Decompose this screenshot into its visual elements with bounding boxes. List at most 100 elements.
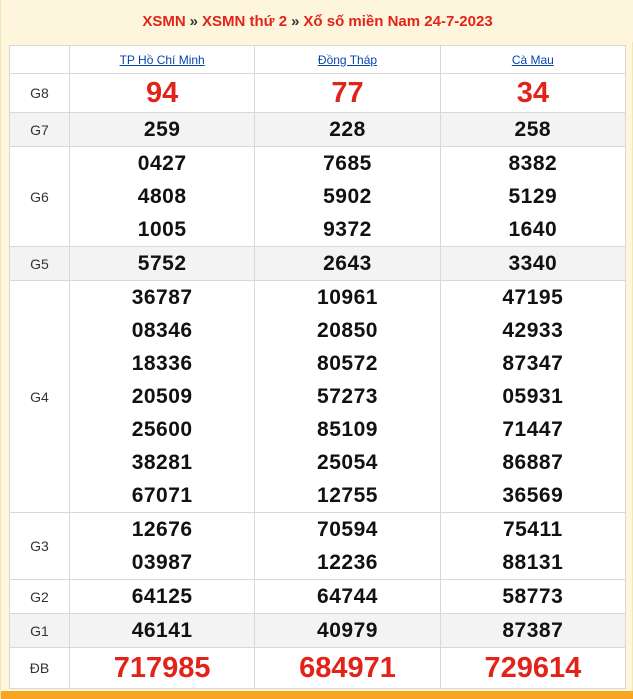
result-number: 20509 (131, 385, 193, 408)
result-cell: 94 (68, 73, 256, 113)
result-cell: 7685 5902 9372 (254, 146, 441, 247)
prize-label: G2 (9, 579, 70, 614)
prize-label: G3 (9, 512, 70, 580)
result-cell: 77 (254, 73, 441, 113)
prize-label: G5 (9, 246, 70, 281)
result-number: 7685 (323, 152, 372, 175)
result-cell: 0427 4808 1005 (68, 146, 256, 247)
prize-row-g2: G2 64125 64744 58773 (9, 579, 627, 614)
result-number: 8382 (508, 152, 558, 175)
breadcrumb-link-xsmn[interactable]: XSMN (142, 13, 185, 30)
result-cell: 47195 42933 87347 05931 71447 86887 36569 (439, 280, 627, 513)
result-cell: 717985 (68, 647, 256, 689)
result-number: 228 (329, 118, 366, 141)
prize-column-header (9, 45, 70, 74)
result-number: 64744 (317, 585, 378, 608)
result-number: 38281 (131, 451, 193, 474)
result-number: 67071 (131, 484, 193, 507)
result-cell: 2643 (254, 246, 441, 281)
province-link-hcm[interactable]: TP Hồ Chí Minh (120, 53, 205, 67)
result-number: 70594 (317, 518, 378, 541)
result-cell: 40979 (254, 613, 441, 648)
prize-row-g8: G8 94 77 34 (9, 73, 627, 113)
result-number: 71447 (502, 418, 564, 441)
result-cell: 259 (68, 112, 256, 147)
prize-row-g6: G6 0427 4808 1005 7685 5902 9372 8382 5129 1640 (9, 146, 627, 247)
result-cell: 64125 (68, 579, 256, 614)
result-number: 20850 (317, 319, 378, 342)
prize-label: G8 (9, 73, 70, 113)
result-number: 5752 (137, 252, 187, 275)
prize-label: G1 (9, 613, 70, 648)
result-cell: 58773 (439, 579, 627, 614)
result-cell: 8382 5129 1640 (439, 146, 627, 247)
prize-row-g4: G4 36787 08346 18336 20509 25600 38281 67071 109… (9, 280, 627, 513)
province-header: Đồng Tháp (254, 45, 441, 74)
result-number: 10961 (317, 286, 378, 309)
prize-row-g1: G1 46141 40979 87387 (9, 613, 627, 648)
result-number: 42933 (502, 319, 564, 342)
result-number: 64125 (131, 585, 193, 608)
result-cell: 12676 03987 (68, 512, 256, 580)
result-number: 36569 (502, 484, 564, 507)
special-prize-number: 717985 (113, 652, 211, 684)
result-number: 85109 (317, 418, 378, 441)
lottery-results-table: TP Hồ Chí Minh Đồng Tháp Cà Mau G8 94 77 34… (9, 45, 627, 689)
result-number: 12676 (131, 518, 193, 541)
results-body: G8 94 77 34 G7 259 228 258 G6 0427 4808 1005 7685 590… (9, 73, 627, 689)
prize-label: ĐB (9, 647, 70, 689)
breadcrumb-separator: » (291, 12, 300, 30)
result-number: 4808 (137, 185, 187, 208)
result-cell: 10961 20850 80572 57273 85109 25054 12755 (254, 280, 441, 513)
result-cell: 729614 (439, 647, 627, 689)
result-cell: 228 (254, 112, 441, 147)
result-cell: 258 (439, 112, 627, 147)
result-cell: 5752 (68, 246, 256, 281)
result-number: 87387 (502, 619, 564, 642)
result-number: 12755 (317, 484, 378, 507)
result-number: 25054 (317, 451, 378, 474)
result-number: 5902 (323, 185, 372, 208)
result-number: 1640 (508, 218, 558, 241)
special-prize-number: 729614 (484, 652, 582, 684)
prize-row-g3: G3 12676 03987 70594 12236 75411 88131 (9, 512, 627, 580)
result-cell: 3340 (439, 246, 627, 281)
breadcrumb-link-date[interactable]: Xổ số miền Nam 24-7-2023 (303, 13, 492, 30)
result-number: 25600 (131, 418, 193, 441)
result-number: 1005 (137, 218, 187, 241)
breadcrumb: XSMN » XSMN thứ 2 » Xổ số miền Nam 24-7-… (1, 0, 633, 42)
result-number: 40979 (317, 619, 378, 642)
breadcrumb-link-xsmn-thu-2[interactable]: XSMN thứ 2 (202, 13, 287, 30)
result-cell: 64744 (254, 579, 441, 614)
result-cell: 87387 (439, 613, 627, 648)
result-number: 5129 (508, 185, 558, 208)
result-cell: 75411 88131 (439, 512, 627, 580)
province-link-ca-mau[interactable]: Cà Mau (512, 53, 554, 67)
result-number: 259 (143, 118, 181, 141)
result-cell: 70594 12236 (254, 512, 441, 580)
result-number: 47195 (502, 286, 564, 309)
result-number: 36787 (131, 286, 193, 309)
result-number: 258 (514, 118, 552, 141)
prize-row-đb: ĐB 717985 684971 729614 (9, 647, 627, 689)
result-number: 9372 (323, 218, 372, 241)
result-cell: 36787 08346 18336 20509 25600 38281 67071 (68, 280, 256, 513)
result-number: 3340 (508, 252, 558, 275)
result-number: 87347 (502, 352, 564, 375)
result-number: 58773 (502, 585, 564, 608)
g8-number: 34 (516, 77, 549, 109)
result-number: 08346 (131, 319, 193, 342)
prize-row-g5: G5 5752 2643 3340 (9, 246, 627, 281)
result-number: 05931 (502, 385, 564, 408)
result-cell: 34 (439, 73, 627, 113)
prize-label: G7 (9, 112, 70, 147)
breadcrumb-separator: » (189, 12, 199, 30)
result-number: 18336 (131, 352, 193, 375)
province-header: Cà Mau (439, 45, 627, 74)
prize-row-g7: G7 259 228 258 (9, 112, 627, 147)
results-frame: XSMN » XSMN thứ 2 » Xổ số miền Nam 24-7-… (0, 0, 633, 699)
province-link-dong-thap[interactable]: Đồng Tháp (318, 53, 377, 67)
result-number: 03987 (131, 551, 193, 574)
result-number: 12236 (317, 551, 378, 574)
result-number: 75411 (502, 518, 563, 541)
